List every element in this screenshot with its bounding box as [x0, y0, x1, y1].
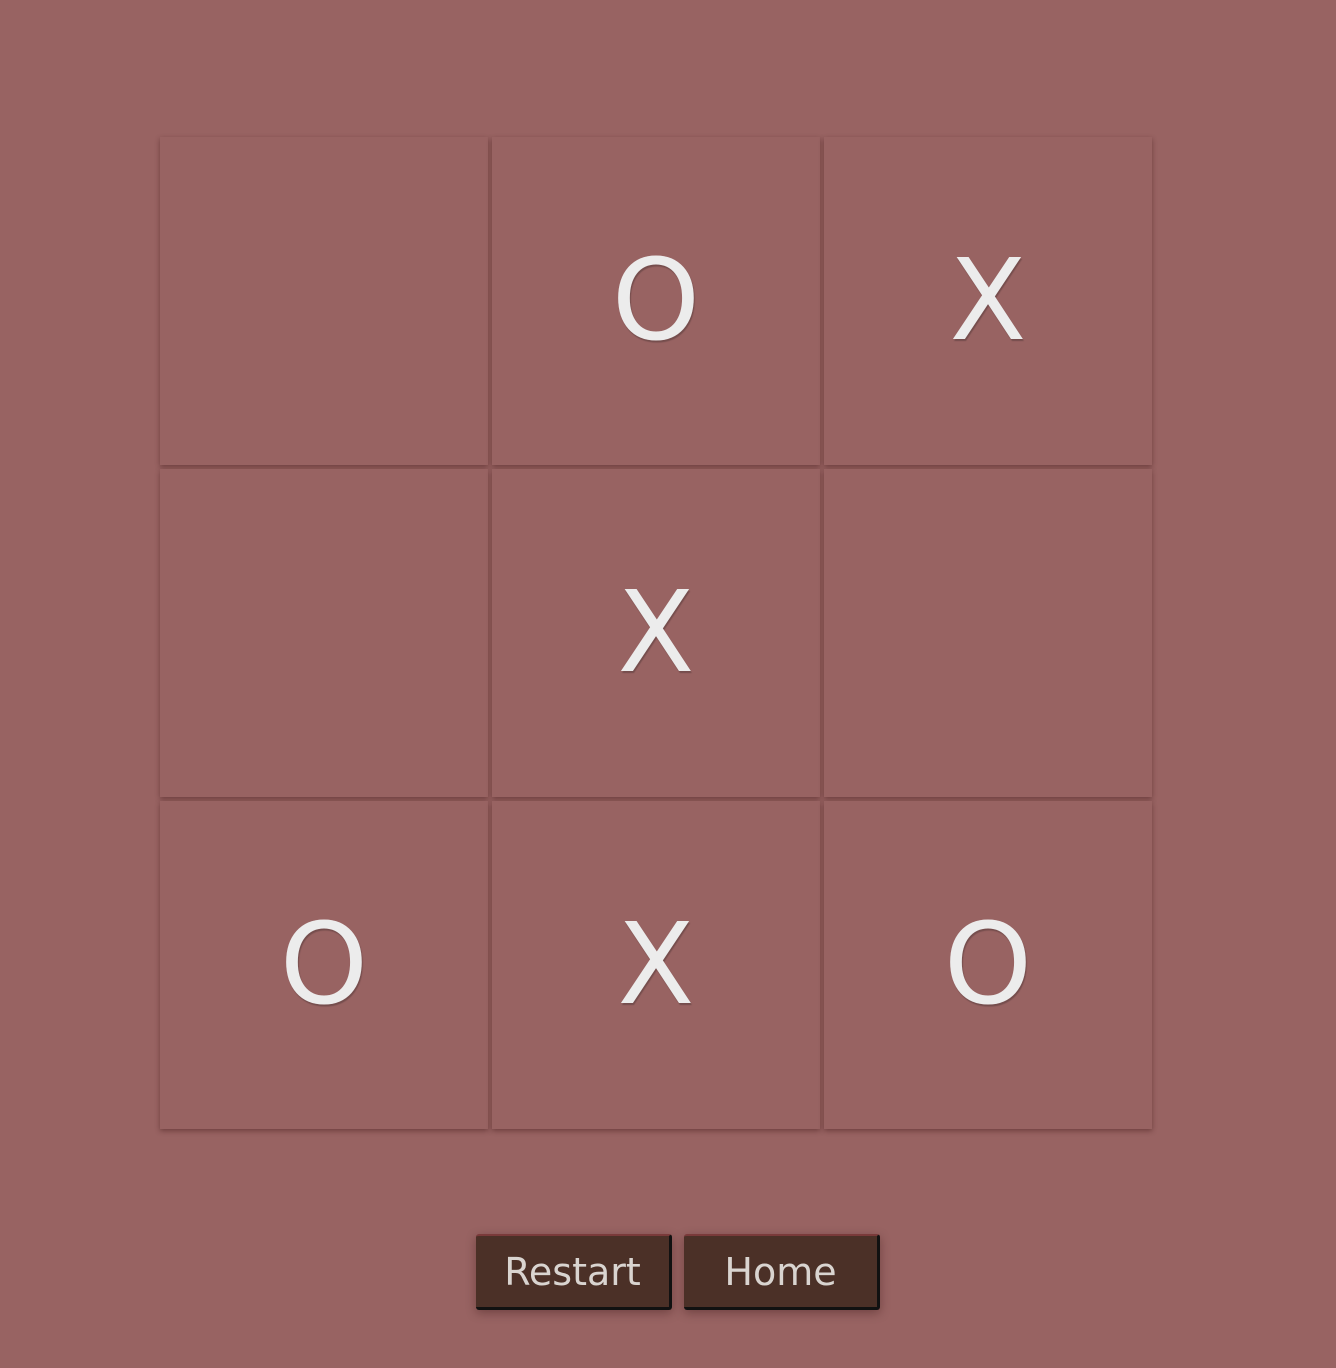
board-cell-9[interactable]: O [824, 801, 1152, 1129]
board-cell-3[interactable]: X [824, 137, 1152, 465]
board-cell-7[interactable]: O [160, 801, 488, 1129]
cell-mark: X [617, 900, 695, 1030]
cell-mark: X [617, 568, 695, 698]
restart-button[interactable]: Restart [476, 1234, 672, 1310]
board-cell-8[interactable]: X [492, 801, 820, 1129]
board-cell-5[interactable]: X [492, 469, 820, 797]
cell-mark: O [279, 900, 369, 1030]
game-controls: Restart Home [0, 1234, 1336, 1310]
cell-mark: X [949, 236, 1027, 366]
board-cell-2[interactable]: O [492, 137, 820, 465]
game-board: O X X O X O [160, 137, 1152, 1129]
board-cell-1[interactable] [160, 137, 488, 465]
cell-mark: O [943, 900, 1033, 1030]
cell-mark: O [611, 236, 701, 366]
board-cell-4[interactable] [160, 469, 488, 797]
home-button[interactable]: Home [684, 1234, 880, 1310]
board-cell-6[interactable] [824, 469, 1152, 797]
